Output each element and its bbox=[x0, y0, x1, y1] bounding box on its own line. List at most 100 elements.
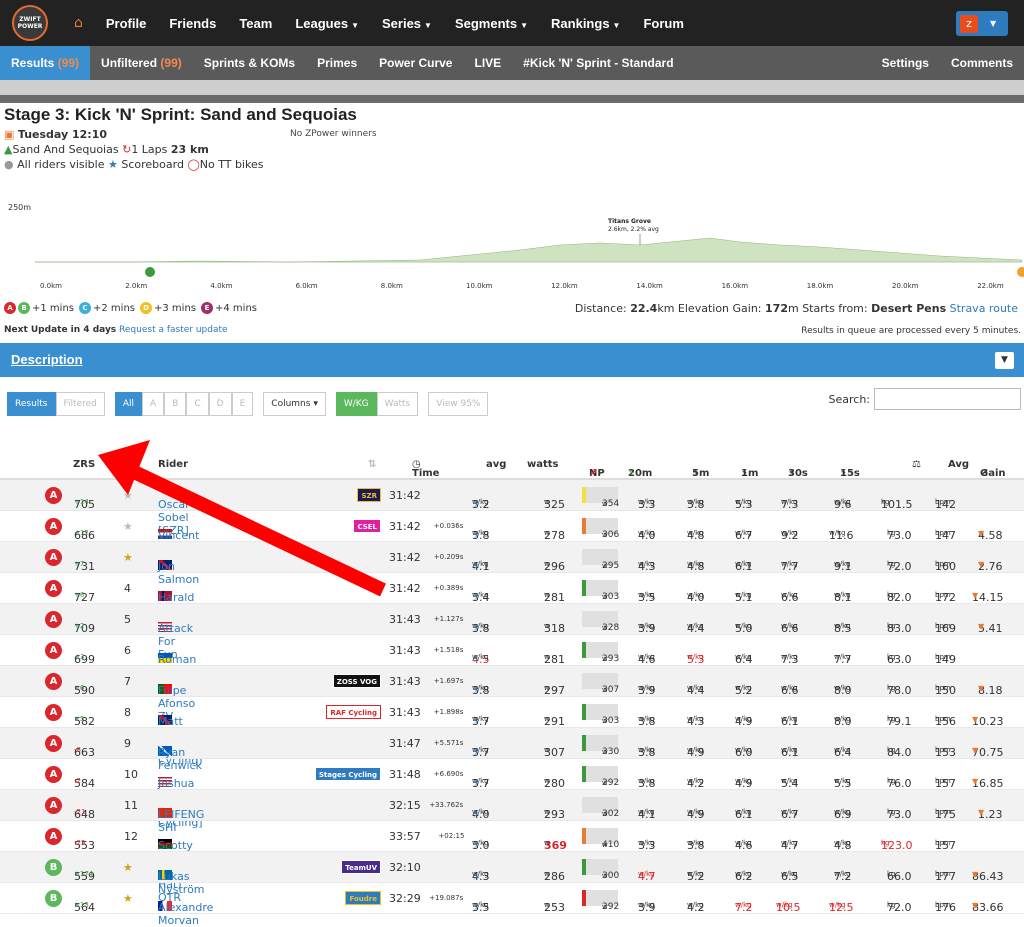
table-row[interactable]: B 559 +174 ★ Lukas Nyström TeamUV 32:10 4.3 w/kg… bbox=[0, 852, 1024, 896]
position: 10 bbox=[124, 768, 138, 781]
nav-rankings[interactable]: Rankings ▼ bbox=[551, 16, 620, 31]
tab-primes[interactable]: Primes bbox=[306, 46, 368, 80]
position: 4 bbox=[124, 582, 131, 595]
category-badge: B bbox=[45, 890, 62, 907]
table-row[interactable]: A553-2512Scotty P (Blue Hat) OTR33:57+02… bbox=[0, 821, 1024, 904]
table-row[interactable]: A709+25Attack For Fun31:43+1.127s3.8w/kg… bbox=[0, 604, 1024, 661]
nav-segments[interactable]: Segments ▼ bbox=[455, 16, 528, 31]
finish-time: 31:43 bbox=[389, 613, 421, 626]
np-badge: 292 w bbox=[582, 766, 619, 788]
unfiltered-count: (99) bbox=[160, 56, 182, 70]
zrs-delta: +14 bbox=[74, 498, 89, 506]
strava-route-link[interactable]: Strava route bbox=[950, 302, 1018, 315]
nav-friends[interactable]: Friends bbox=[169, 16, 216, 31]
bolt-icon: ⚡ bbox=[472, 715, 480, 728]
unit-wkg: w/kg bbox=[834, 808, 851, 816]
cat-all-button[interactable]: All bbox=[114, 392, 143, 416]
tab-comments[interactable]: Comments bbox=[940, 46, 1024, 80]
wkg-toggle[interactable]: W/KG bbox=[335, 392, 377, 416]
nav-profile[interactable]: Profile bbox=[106, 16, 146, 31]
cat-b-button[interactable]: B bbox=[164, 392, 187, 416]
table-row[interactable]: B 564 +13 ★ Alexandre Morvan Foudre 32:29 +19.0… bbox=[0, 883, 1024, 927]
bolt-icon: ⚡ bbox=[472, 808, 480, 821]
unit-wkg: w/kg bbox=[781, 653, 798, 661]
nav-series[interactable]: Series ▼ bbox=[382, 16, 432, 31]
time-gap: +1.898s bbox=[433, 708, 464, 716]
unit-w: w bbox=[544, 498, 550, 506]
col-watts[interactable]: watts bbox=[527, 459, 559, 470]
unit-wkg: w/kg bbox=[834, 653, 851, 661]
unit-w: w bbox=[544, 777, 550, 785]
segment-info: 2.6km, 2.2% avg bbox=[608, 226, 659, 233]
view-95-button[interactable]: View 95% bbox=[428, 392, 489, 416]
nav-team[interactable]: Team bbox=[239, 16, 272, 31]
cat-e-button[interactable]: E bbox=[231, 392, 254, 416]
zwiftpower-logo[interactable]: ZWIFT POWER bbox=[12, 5, 48, 41]
table-row[interactable]: A727+64Harald Hjorthen [V]31:42+0.389s3.… bbox=[0, 573, 1024, 630]
user-avatar-icon: z bbox=[960, 14, 978, 33]
table-row[interactable]: A 663 -8 9 Ryan Fenwick 31:47 +5.571s 3.7 w/kg ⚡… bbox=[0, 728, 1024, 772]
tab-results[interactable]: Results (99) bbox=[0, 46, 91, 80]
user-menu-button[interactable]: z ▼ bbox=[956, 11, 1008, 36]
chevron-down-icon: ▼ bbox=[612, 20, 621, 30]
nav-forum[interactable]: Forum bbox=[643, 16, 683, 31]
col-time[interactable]: Time ◷ bbox=[412, 459, 439, 479]
table-row[interactable]: A590+67Filipe Afonso ZVZOSS VOG31:43+1.6… bbox=[0, 666, 1024, 723]
category-badge: A bbox=[45, 797, 62, 814]
search-input[interactable] bbox=[874, 388, 1021, 410]
table-row[interactable]: A 648 -21 11 LEIFENG SHI 32:15 +33.762s 4.0 w/kg… bbox=[0, 790, 1024, 834]
queue-info: Results in queue are processed every 5 m… bbox=[801, 326, 1021, 336]
nav-leagues[interactable]: Leagues ▼ bbox=[295, 16, 359, 31]
sort-icon[interactable]: ⇅ bbox=[368, 459, 376, 470]
columns-dropdown[interactable]: Columns ▾ bbox=[263, 392, 326, 416]
table-row[interactable]: A 705 +14 ★ Oscar Sobel [SZR] SZR 31:42 3.2 w/kg… bbox=[0, 480, 1024, 537]
unit-wkg: w/kg bbox=[834, 715, 851, 723]
description-title[interactable]: Description bbox=[11, 352, 83, 367]
team-badge[interactable]: ZOSS VOG bbox=[332, 674, 381, 688]
unit-bpm: bpm bbox=[935, 529, 951, 537]
table-row[interactable]: A582+58Matt Beauchamp (RAF Cycling)RAF C… bbox=[0, 697, 1024, 767]
unit-kg: kg bbox=[881, 839, 890, 847]
team-badge[interactable]: TeamUV bbox=[341, 860, 381, 874]
scale-icon[interactable]: ⚖ bbox=[912, 459, 921, 470]
col-avg-hr[interactable]: Avg bbox=[948, 459, 969, 470]
team-badge[interactable]: RAF Cycling bbox=[326, 705, 381, 719]
results-toggle[interactable]: Results bbox=[7, 392, 56, 416]
elevation-tick-label: 0.0km bbox=[40, 282, 62, 290]
filtered-toggle[interactable]: Filtered bbox=[55, 392, 105, 416]
cat-d-button[interactable]: D bbox=[208, 392, 232, 416]
table-row[interactable]: A 731 +7 ★ Jon Salmon 31:42 +0.209s 4.1 w/kg ⚡ 29… bbox=[0, 542, 1024, 586]
category-badge: A bbox=[45, 673, 62, 690]
tab-unfiltered[interactable]: Unfiltered (99) bbox=[90, 46, 193, 80]
trophy-icon: ★ bbox=[123, 551, 133, 564]
col-zrs[interactable]: ZRS bbox=[73, 459, 95, 470]
watts-toggle[interactable]: Watts bbox=[376, 392, 419, 416]
rider-name[interactable]: Alexandre Morvan bbox=[158, 901, 213, 927]
description-panel[interactable]: Description ▼ bbox=[0, 343, 1024, 377]
team-badge[interactable]: Foudre bbox=[345, 891, 381, 905]
cat-c-button[interactable]: C bbox=[186, 392, 209, 416]
chevron-down-icon[interactable]: ▼ bbox=[995, 352, 1014, 369]
col-avg[interactable]: avg bbox=[486, 459, 506, 470]
zrs-delta: -21 bbox=[74, 808, 86, 816]
unit-wkg: w/kg bbox=[735, 808, 752, 816]
table-row[interactable]: A699+36Roman Bevz31:43+1.518s4.5w/kg ⚡28… bbox=[0, 635, 1024, 679]
finish-time: 31:42 bbox=[389, 520, 421, 533]
team-badge[interactable]: Stages Cycling bbox=[314, 767, 381, 781]
col-rider[interactable]: Rider bbox=[158, 459, 188, 470]
tab-power-curve[interactable]: Power Curve bbox=[368, 46, 463, 80]
elevation-tick-label: 18.0km bbox=[807, 282, 834, 290]
table-row[interactable]: A584-210Joshua Sayre [Stages Cycling]Sta… bbox=[0, 759, 1024, 829]
cat-b-badge: B bbox=[18, 302, 30, 314]
team-badge[interactable]: CSEL bbox=[353, 519, 381, 533]
unit-wkg: w/kg bbox=[781, 715, 798, 723]
cat-a-button[interactable]: A bbox=[142, 392, 165, 416]
tab-event-category[interactable]: #Kick 'N' Sprint - Standard bbox=[512, 46, 684, 80]
request-update-link[interactable]: Request a faster update bbox=[119, 325, 228, 335]
home-icon[interactable]: ⌂ bbox=[74, 15, 83, 31]
tab-live[interactable]: LIVE bbox=[463, 46, 512, 80]
tab-sprints-koms[interactable]: Sprints & KOMs bbox=[193, 46, 306, 80]
team-badge[interactable]: SZR bbox=[357, 488, 381, 502]
table-row[interactable]: A686+12★Vincent de BieCSEL31:42+0.036s3.… bbox=[0, 511, 1024, 555]
tab-settings[interactable]: Settings bbox=[871, 46, 940, 80]
